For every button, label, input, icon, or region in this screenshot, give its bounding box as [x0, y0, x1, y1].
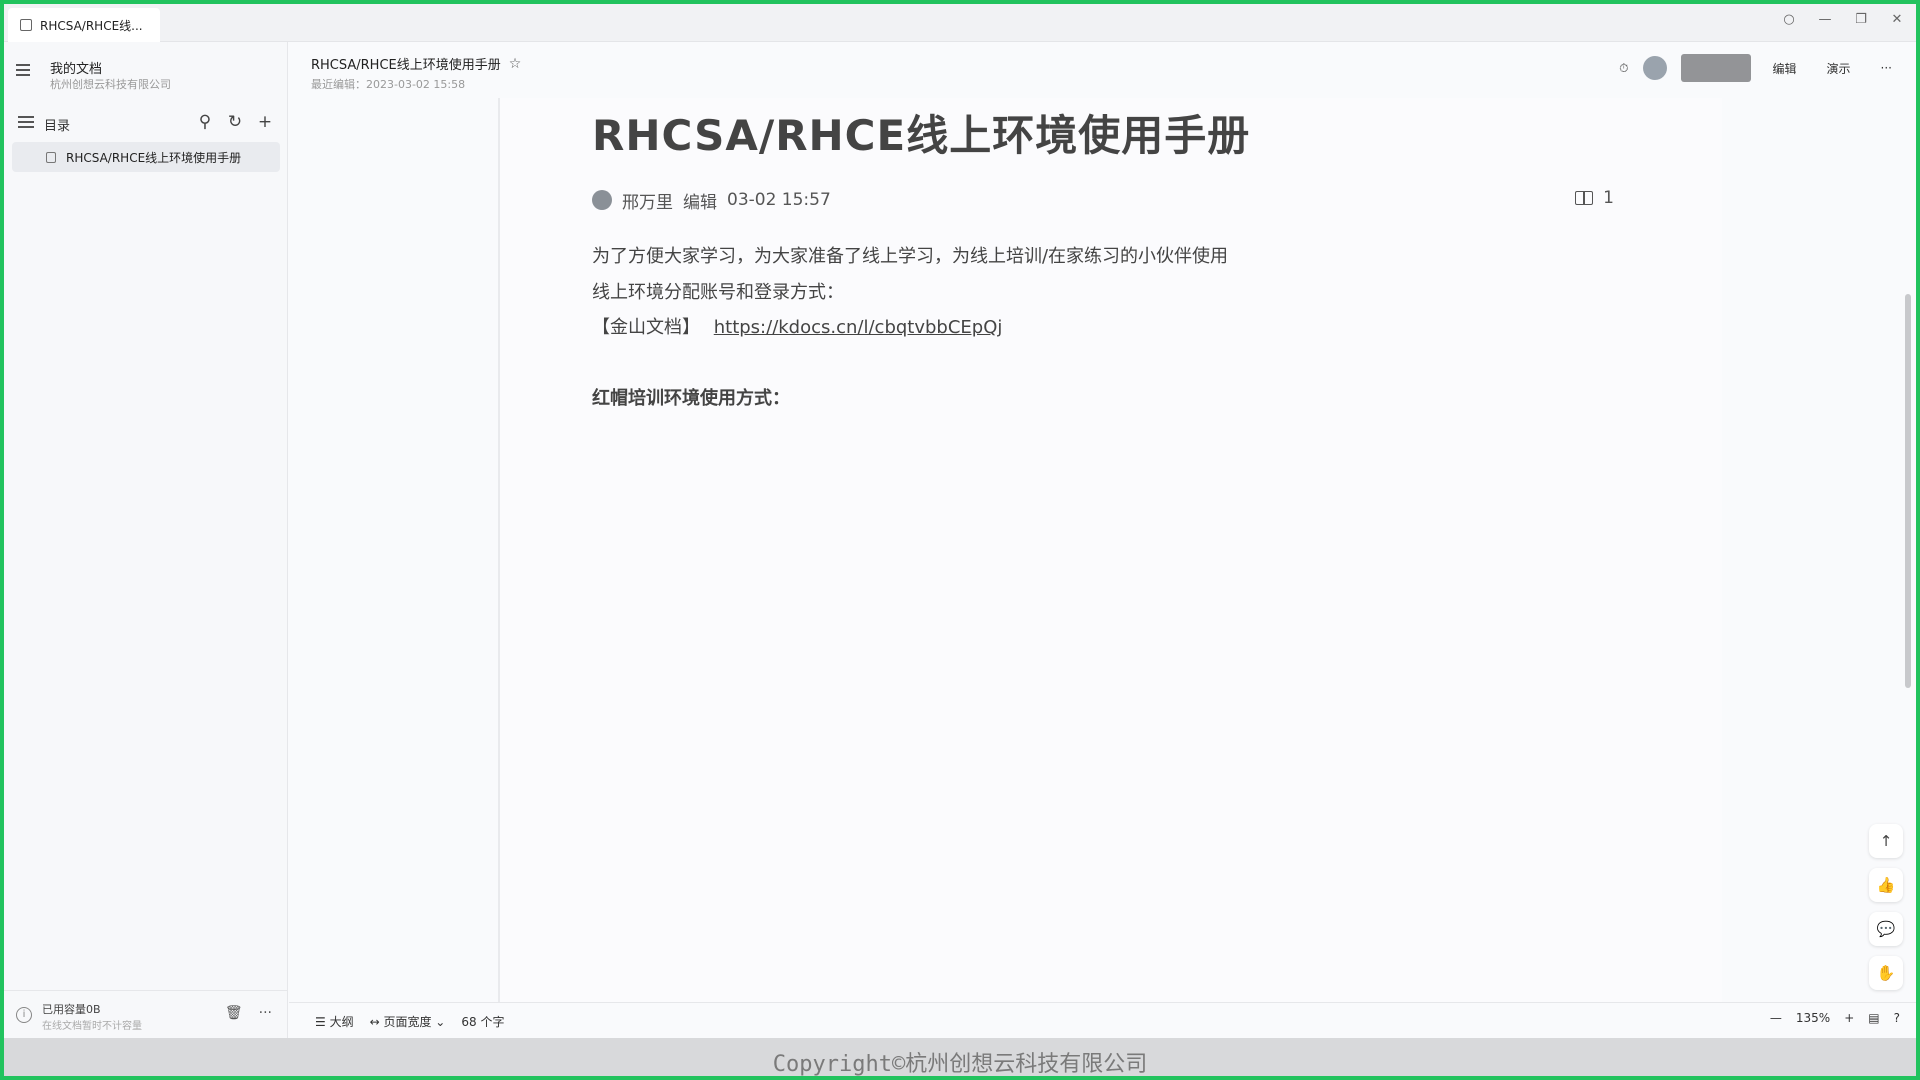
- storage-panel: i 已用容量0B 在线文档暂时不计容量 🗑 ···: [4, 990, 288, 1042]
- tab-title: RHCSA/RHCE线...: [40, 18, 143, 33]
- outline-label: 大纲: [329, 1015, 354, 1029]
- book-icon: [1575, 191, 1594, 205]
- section-heading[interactable]: 红帽培训环境使用方式：: [592, 384, 790, 410]
- app-window: RHCSA/RHCE线... ○ — ❐ ✕ 我的文档 杭州创想云科技有限公司 …: [4, 4, 1916, 1076]
- kdocs-link[interactable]: https://kdocs.cn/l/cbqtvbbCEpQj: [714, 317, 1003, 338]
- document-tab[interactable]: RHCSA/RHCE线...: [8, 8, 160, 42]
- search-icon[interactable]: ⚲: [196, 112, 214, 132]
- breadcrumb-title[interactable]: RHCSA/RHCE线上环境使用手册: [311, 54, 501, 73]
- paragraph[interactable]: 线上环境分配账号和登录方式：: [592, 278, 844, 304]
- avatar[interactable]: [592, 190, 612, 210]
- floating-toolbar: ↑ 👍 💬 ✋: [1866, 824, 1906, 998]
- window-controls: ○ — ❐ ✕: [1782, 12, 1904, 30]
- last-edit: 最近编辑：2023-03-02 15:58: [311, 78, 466, 91]
- comment-icon[interactable]: 💬: [1869, 912, 1903, 946]
- read-count[interactable]: 1: [1575, 188, 1614, 208]
- restore-button[interactable]: ❐: [1854, 12, 1868, 30]
- more-icon[interactable]: ···: [259, 1005, 272, 1021]
- storage-used: 已用容量0B: [42, 1003, 101, 1016]
- avatar[interactable]: [1642, 56, 1667, 80]
- help-icon[interactable]: ?: [1894, 1011, 1900, 1025]
- add-icon[interactable]: +: [256, 112, 274, 132]
- hand-icon[interactable]: ✋: [1869, 956, 1903, 990]
- sidebar-item-document[interactable]: RHCSA/RHCE线上环境使用手册: [12, 142, 280, 172]
- space-subtitle: 杭州创想云科技有限公司: [50, 78, 171, 91]
- read-count-value: 1: [1603, 188, 1614, 208]
- history-icon[interactable]: ⏱: [1619, 61, 1628, 76]
- status-bar: ☰ 大纲 ↔ 页面宽度 ⌄ 68 个字 — 135% + ▤ ?: [289, 1002, 1916, 1038]
- present-button[interactable]: 演示: [1819, 56, 1859, 81]
- edit-time: 03-02 15:57: [727, 190, 831, 210]
- like-icon[interactable]: 👍: [1869, 868, 1903, 902]
- zoom-level[interactable]: 135%: [1796, 1011, 1830, 1025]
- paragraph[interactable]: 为了方便大家学习，为大家准备了线上学习，为线上培训/在家练习的小伙伴使用: [592, 242, 1228, 268]
- paragraph[interactable]: 【金山文档】 https://kdocs.cn/l/cbqtvbbCEpQj: [592, 313, 1002, 339]
- edit-button[interactable]: 编辑: [1765, 56, 1805, 81]
- status-right: — 135% + ▤ ?: [1770, 1011, 1900, 1025]
- zoom-in-button[interactable]: +: [1844, 1011, 1854, 1025]
- document-icon: [46, 152, 56, 163]
- storage-actions: 🗑 ···: [225, 1005, 272, 1021]
- title-bar: RHCSA/RHCE线... ○ — ❐ ✕: [4, 4, 1916, 42]
- page-title[interactable]: RHCSA/RHCE线上环境使用手册: [592, 102, 1250, 163]
- page-width-label: 页面宽度: [383, 1015, 432, 1029]
- toc-icon: [18, 116, 34, 130]
- toc-actions: ⚲ ↻ +: [196, 112, 274, 132]
- info-icon[interactable]: i: [16, 1007, 32, 1023]
- star-icon[interactable]: ☆: [509, 56, 522, 72]
- more-button[interactable]: ···: [1873, 57, 1900, 79]
- menu-icon[interactable]: [16, 64, 30, 76]
- page-width-button[interactable]: ↔ 页面宽度 ⌄: [370, 1013, 446, 1030]
- link-label: 【金山文档】: [592, 317, 700, 338]
- scrollbar-thumb[interactable]: [1905, 294, 1911, 688]
- back-to-top-icon[interactable]: ↑: [1869, 824, 1903, 858]
- copyright-text: Copyright©杭州创想云科技有限公司: [772, 1052, 1148, 1076]
- sidebar-item-label: RHCSA/RHCE线上环境使用手册: [66, 150, 242, 165]
- zoom-out-button[interactable]: —: [1770, 1011, 1782, 1025]
- space-title[interactable]: 我的文档: [50, 58, 102, 77]
- obscured-region: [1680, 54, 1751, 82]
- storage-note: 在线文档暂时不计容量: [42, 1021, 142, 1032]
- status-left: ☰ 大纲 ↔ 页面宽度 ⌄ 68 个字: [315, 1013, 504, 1030]
- refresh-icon[interactable]: ↻: [226, 112, 244, 132]
- minimize-button[interactable]: —: [1818, 12, 1832, 30]
- toc-label: 目录: [44, 119, 71, 134]
- breadcrumb: RHCSA/RHCE线上环境使用手册 ☆: [311, 54, 522, 74]
- sidebar: 我的文档 杭州创想云科技有限公司 目录 ⚲ ↻ + RHCSA/RHCE线上环境…: [4, 42, 288, 1042]
- outline-button[interactable]: ☰ 大纲: [315, 1013, 354, 1030]
- document-page[interactable]: RHCSA/RHCE线上环境使用手册 邢万里 编辑 03-02 15:57 1 …: [500, 98, 1722, 1002]
- close-button[interactable]: ✕: [1890, 12, 1904, 30]
- copyright-bar: Copyright©杭州创想云科技有限公司: [4, 1038, 1916, 1076]
- layout-icon[interactable]: ▤: [1868, 1011, 1879, 1025]
- trash-icon[interactable]: 🗑: [225, 1005, 243, 1021]
- action-label: 编辑: [683, 192, 717, 213]
- document-meta: 邢万里 编辑 03-02 15:57 1: [592, 188, 1614, 213]
- toc-header: 目录 ⚲ ↻ +: [4, 108, 288, 138]
- document-header: RHCSA/RHCE线上环境使用手册 ☆ 最近编辑：2023-03-02 15:…: [289, 42, 1916, 98]
- document-icon: [20, 19, 32, 31]
- sync-icon[interactable]: ○: [1782, 12, 1796, 30]
- header-actions: ⏱ 编辑 演示 ···: [1619, 54, 1900, 82]
- author-name: 邢万里: [622, 192, 673, 213]
- word-count: 68 个字: [461, 1015, 505, 1029]
